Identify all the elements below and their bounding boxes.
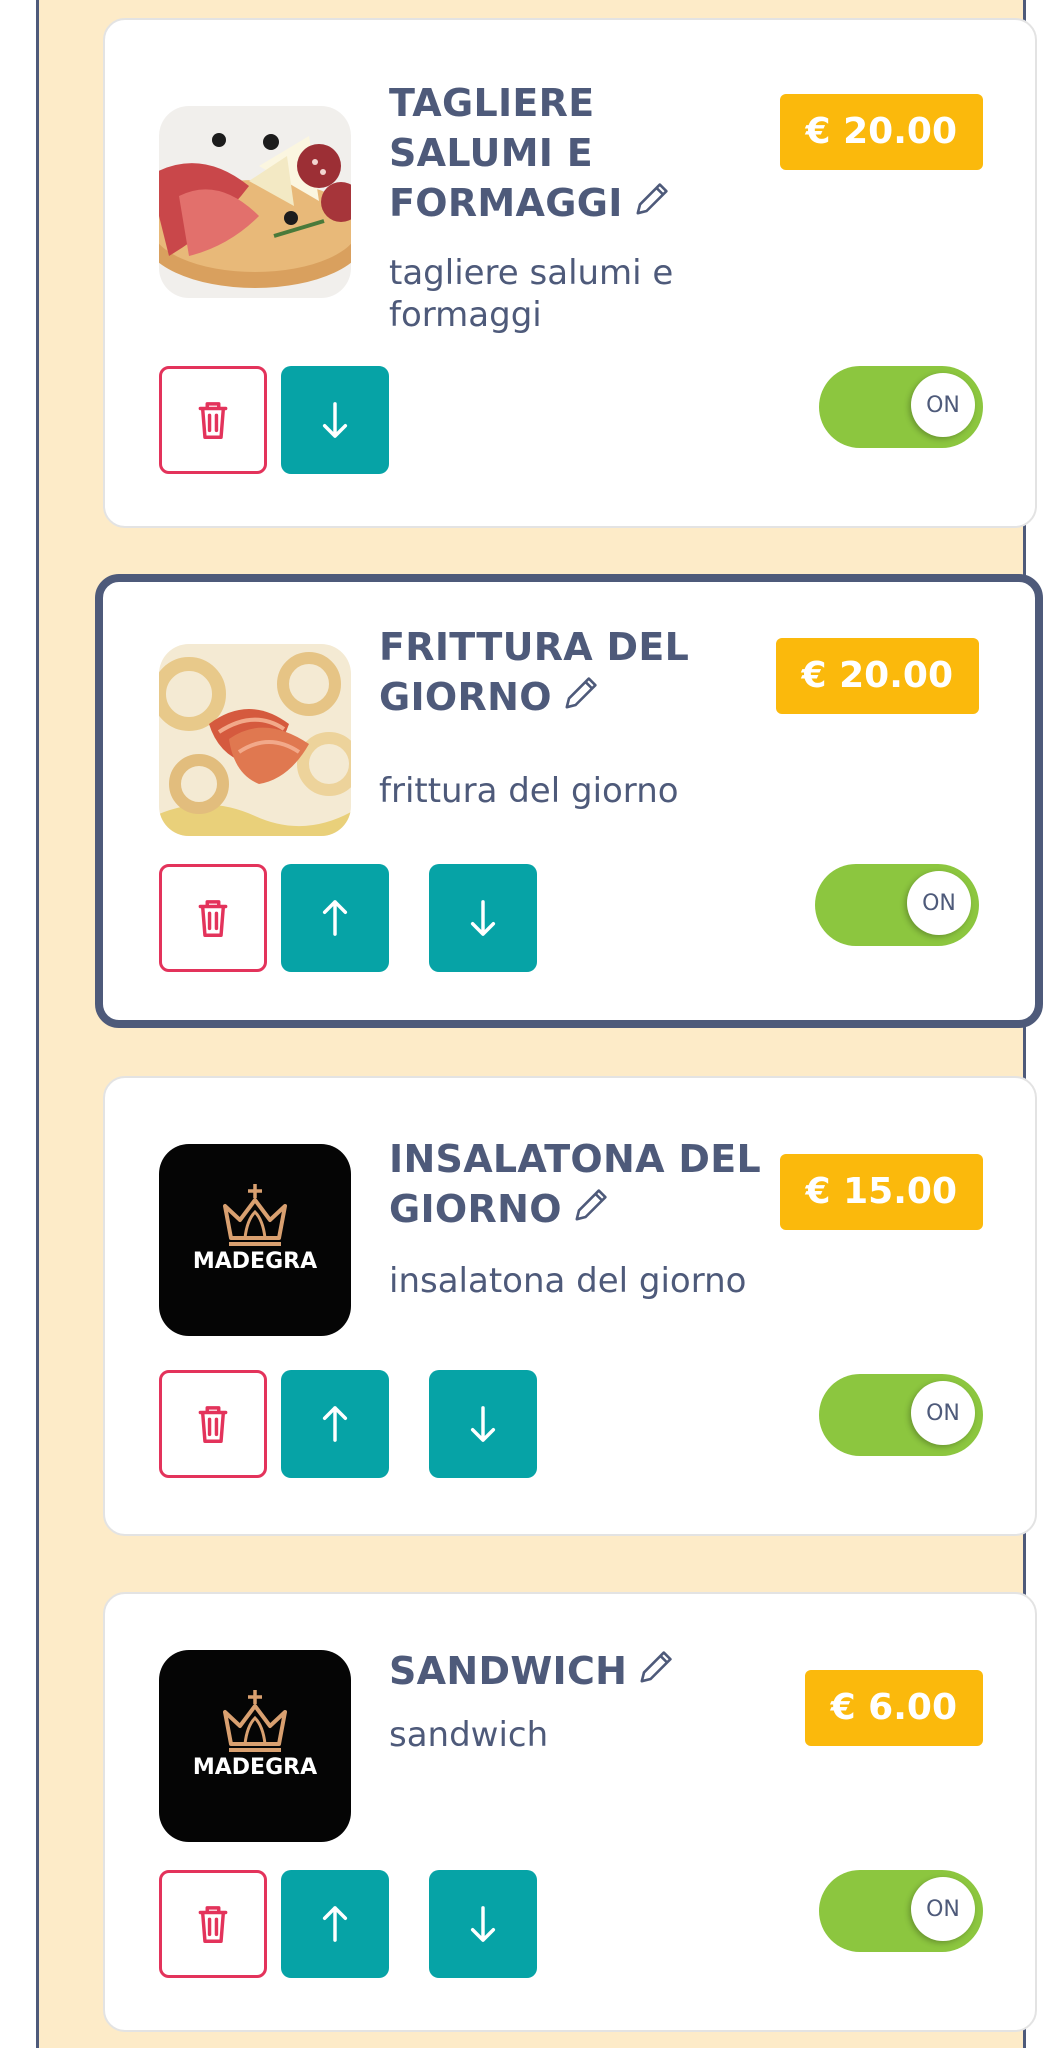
item-title-text: FRITTURA DEL GIORNO (379, 625, 690, 719)
trash-icon (198, 402, 228, 439)
price-badge: € 20.00 (779, 94, 983, 170)
item-thumbnail (159, 106, 351, 298)
item-thumbnail: MADEGRA (159, 1144, 351, 1336)
item-title: FRITTURA DEL GIORNO (379, 622, 759, 722)
availability-toggle[interactable]: ON (819, 366, 983, 448)
pencil-icon[interactable] (633, 1646, 677, 1690)
pencil-icon[interactable] (629, 178, 673, 222)
trash-icon (198, 900, 228, 937)
arrow-down-icon (322, 402, 348, 438)
move-up-button[interactable] (281, 1870, 389, 1978)
item-title-text: SANDWICH (389, 1649, 628, 1693)
price-badge: € 20.00 (775, 638, 979, 714)
toggle-knob: ON (907, 871, 971, 935)
item-description: sandwich (389, 1715, 549, 1755)
move-down-button[interactable] (429, 1870, 537, 1978)
trash-icon (198, 1906, 228, 1943)
menu-item-card[interactable]: MADEGRA INSALATONA DEL GIORNO insalatona… (103, 1076, 1037, 1536)
trash-icon (198, 1406, 228, 1443)
item-title: INSALATONA DEL GIORNO (389, 1134, 769, 1234)
pencil-icon[interactable] (558, 672, 602, 716)
move-down-button[interactable] (429, 864, 537, 972)
svg-text:MADEGRA: MADEGRA (193, 1249, 317, 1274)
arrow-down-icon (470, 1406, 496, 1442)
toggle-knob: ON (911, 1381, 975, 1445)
svg-text:MADEGRA: MADEGRA (193, 1755, 317, 1780)
item-title: SANDWICH (389, 1646, 769, 1696)
move-down-button[interactable] (281, 366, 389, 474)
item-title-text: TAGLIERE SALUMI E FORMAGGI (389, 81, 623, 225)
arrow-up-icon (322, 1406, 348, 1442)
item-description: frittura del giorno (379, 771, 679, 811)
madegra-logo: MADEGRA (159, 1144, 351, 1336)
toggle-knob: ON (911, 373, 975, 437)
arrow-up-icon (322, 900, 348, 936)
availability-toggle[interactable]: ON (815, 864, 979, 946)
price-badge: € 6.00 (804, 1670, 983, 1746)
item-thumbnail (159, 644, 351, 836)
arrow-up-icon (322, 1906, 348, 1942)
item-description: tagliere salumi e formaggi (389, 253, 674, 335)
item-description: insalatona del giorno (389, 1261, 747, 1301)
move-up-button[interactable] (281, 1370, 389, 1478)
item-thumbnail: MADEGRA (159, 1650, 351, 1842)
delete-button[interactable] (159, 864, 267, 972)
delete-button[interactable] (159, 1870, 267, 1978)
menu-item-card-selected[interactable]: FRITTURA DEL GIORNO frittura del giorno … (95, 574, 1043, 1028)
madegra-logo: MADEGRA (159, 1650, 351, 1842)
move-down-button[interactable] (429, 1370, 537, 1478)
menu-items-panel: TAGLIERE SALUMI E FORMAGGI tagliere salu… (36, 0, 1043, 2048)
pencil-icon[interactable] (568, 1184, 612, 1228)
arrow-down-icon (470, 1906, 496, 1942)
arrow-down-icon (470, 900, 496, 936)
toggle-knob: ON (911, 1877, 975, 1941)
item-title: TAGLIERE SALUMI E FORMAGGI (389, 78, 769, 228)
menu-item-card[interactable]: TAGLIERE SALUMI E FORMAGGI tagliere salu… (103, 18, 1037, 528)
move-up-button[interactable] (281, 864, 389, 972)
delete-button[interactable] (159, 1370, 267, 1478)
menu-item-card[interactable]: MADEGRA SANDWICH sandwich € 6.00 ON (103, 1592, 1037, 2032)
price-badge: € 15.00 (779, 1154, 983, 1230)
availability-toggle[interactable]: ON (819, 1374, 983, 1456)
delete-button[interactable] (159, 366, 267, 474)
availability-toggle[interactable]: ON (819, 1870, 983, 1952)
